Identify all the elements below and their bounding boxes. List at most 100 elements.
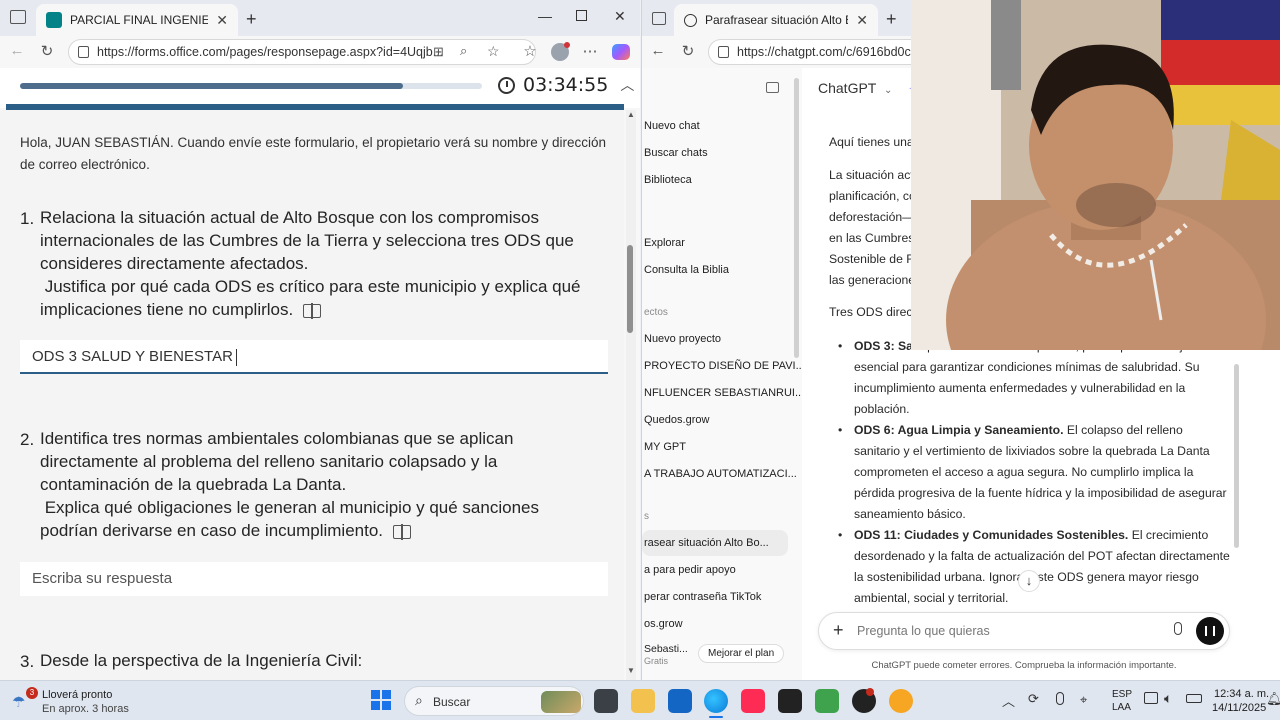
- favorites-icon[interactable]: ☆: [520, 42, 540, 60]
- sidebar-item-new-chat[interactable]: Nuevo chat: [644, 120, 700, 132]
- sidebar-item-explore[interactable]: Explorar: [644, 237, 685, 249]
- microphone-icon[interactable]: [1174, 622, 1182, 635]
- clock-time[interactable]: 12:34 a. m.: [1214, 688, 1269, 700]
- collapse-timer-icon[interactable]: ︿: [620, 75, 634, 95]
- tiktok-icon[interactable]: [741, 689, 765, 713]
- language-bottom[interactable]: LAA: [1112, 702, 1131, 713]
- display-icon[interactable]: [1144, 692, 1158, 704]
- list-item: ODS 11: Ciudades y Comunidades Sostenibl…: [838, 525, 1230, 609]
- zoom-icon[interactable]: ⌕: [460, 43, 467, 59]
- scroll-to-bottom-icon[interactable]: ↓: [1018, 570, 1040, 592]
- composer-input[interactable]: Pregunta lo que quieras: [857, 624, 990, 638]
- maximize-icon[interactable]: [576, 10, 587, 21]
- stopwatch-icon: [498, 76, 515, 94]
- attach-plus-icon[interactable]: +: [833, 620, 844, 641]
- chat-line: La situación act: [829, 168, 914, 182]
- chat-scrollbar[interactable]: [1234, 364, 1239, 548]
- copilot-icon[interactable]: [612, 44, 630, 60]
- new-tab-icon[interactable]: +: [886, 9, 897, 30]
- chevron-up-icon[interactable]: ︿: [1002, 691, 1015, 710]
- sidebar-item-new-project[interactable]: Nuevo proyecto: [644, 333, 721, 345]
- clock-date[interactable]: 14/11/2025: [1212, 702, 1266, 714]
- tab-forms[interactable]: PARCIAL FINAL INGENIERIA AMB ✕: [36, 4, 238, 36]
- voice-mode-button[interactable]: [1196, 617, 1224, 645]
- waveform-icon: [1205, 626, 1215, 636]
- back-icon[interactable]: ←: [7, 42, 27, 59]
- immersive-reader-icon[interactable]: [393, 523, 412, 540]
- minimize-icon[interactable]: —: [538, 8, 552, 24]
- sidebar-section-projects: ectos: [644, 307, 668, 318]
- sidebar-project[interactable]: Quedos.grow: [644, 414, 709, 426]
- question-line: internacionales de las Cumbres de la Tie…: [40, 231, 574, 250]
- sidebar-item-search[interactable]: Buscar chats: [644, 147, 708, 159]
- close-tab-icon[interactable]: ✕: [216, 12, 228, 29]
- battery-icon[interactable]: [1186, 694, 1202, 703]
- sidebar-project[interactable]: MY GPT: [644, 441, 686, 453]
- refresh-icon[interactable]: ↻: [37, 42, 57, 60]
- location-icon[interactable]: ⌖: [1080, 692, 1087, 708]
- start-windows-icon[interactable]: [371, 690, 391, 710]
- form-scrollbar[interactable]: ▲ ▼: [626, 110, 636, 680]
- close-tab-icon[interactable]: ✕: [856, 12, 868, 29]
- app-icon[interactable]: [815, 689, 839, 713]
- edge-browser-icon[interactable]: [704, 689, 728, 713]
- chat-composer[interactable]: + Pregunta lo que quieras: [818, 612, 1230, 650]
- url-field[interactable]: https://chatgpt.com/c/6916bd0c-f: [708, 39, 938, 65]
- app-icon[interactable]: [778, 689, 802, 713]
- app-available-icon[interactable]: ⊞: [433, 44, 444, 60]
- back-icon[interactable]: ←: [648, 42, 668, 59]
- volume-icon[interactable]: 🔈︎: [1164, 690, 1172, 707]
- taskbar-search-box[interactable]: ⌕ Buscar: [404, 686, 584, 716]
- sidebar-item-library[interactable]: Biblioteca: [644, 174, 692, 186]
- sidebar-project[interactable]: A TRABAJO AUTOMATIZACI...: [644, 468, 797, 480]
- upgrade-plan-button[interactable]: Mejorar el plan: [698, 644, 785, 663]
- sidebar-chat[interactable]: perar contraseña TikTok: [644, 591, 761, 603]
- more-menu-icon[interactable]: ⋯: [580, 42, 600, 60]
- notification-bell-icon[interactable]: 🔔︎: [1266, 691, 1280, 707]
- favorite-star-icon[interactable]: ☆: [487, 43, 500, 60]
- sidebar-item-bible[interactable]: Consulta la Biblia: [644, 264, 729, 276]
- user-name[interactable]: Sebasti...: [644, 643, 688, 655]
- progress-bar: [20, 83, 482, 89]
- tab-chatgpt[interactable]: Parafrasear situación Alto Bosque ✕: [674, 4, 878, 36]
- scroll-up-icon[interactable]: ▲: [627, 110, 635, 119]
- language-top[interactable]: ESP: [1112, 689, 1132, 700]
- immersive-reader-icon[interactable]: [303, 302, 322, 319]
- tab-actions-icon[interactable]: [652, 12, 666, 25]
- app-icon[interactable]: [889, 689, 913, 713]
- url-field[interactable]: https://forms.office.com/pages/responsep…: [68, 39, 536, 65]
- microphone-icon[interactable]: [1056, 692, 1064, 705]
- sidebar-project[interactable]: PROYECTO DISEÑO DE PAVI...: [644, 360, 805, 372]
- form-body: Hola, JUAN SEBASTIÁN. Cuando envíe este …: [0, 110, 624, 680]
- sync-icon[interactable]: ⟳: [1028, 691, 1039, 707]
- chat-line: planificación, co: [829, 189, 916, 203]
- sidebar-chat[interactable]: a para pedir apoyo: [644, 564, 736, 576]
- sidebar-chat-active[interactable]: rasear situación Alto Bo...: [644, 537, 769, 549]
- model-selector[interactable]: ChatGPT ⌄ ✦: [818, 80, 919, 97]
- weather-widget[interactable]: ☂ 3 Lloverá pronto En aprox. 3 horas: [12, 687, 152, 717]
- progress-fill: [20, 83, 404, 89]
- site-info-icon[interactable]: [718, 46, 729, 58]
- microsoft-store-icon[interactable]: [668, 689, 692, 713]
- bullet-title: ODS 6: Agua Limpia y Saneamiento.: [854, 423, 1064, 437]
- question-2-answer-field[interactable]: Escriba su respuesta: [20, 562, 608, 596]
- question-2-text: Identifica tres normas ambientales colom…: [40, 427, 615, 542]
- close-window-icon[interactable]: ✕: [614, 8, 626, 25]
- scrollbar-thumb[interactable]: [627, 245, 633, 333]
- task-view-icon[interactable]: [594, 689, 618, 713]
- tab-actions-icon[interactable]: [10, 10, 26, 24]
- new-tab-icon[interactable]: +: [246, 9, 257, 30]
- file-explorer-icon[interactable]: [631, 689, 655, 713]
- weather-title: Lloverá pronto: [42, 689, 113, 701]
- chat-line: deforestación—: [829, 210, 915, 224]
- refresh-icon[interactable]: ↻: [678, 42, 698, 60]
- question-1-answer-field[interactable]: ODS 3 SALUD Y BIENESTAR: [20, 340, 608, 374]
- sidebar-project[interactable]: NFLUENCER SEBASTIANRUI...: [644, 387, 804, 399]
- sidebar-scrollbar[interactable]: [794, 78, 799, 358]
- forms-browser-window: PARCIAL FINAL INGENIERIA AMB ✕ + — ✕ ← ↻…: [0, 0, 640, 680]
- toggle-sidebar-icon[interactable]: [766, 82, 779, 93]
- scroll-down-icon[interactable]: ▼: [627, 666, 635, 675]
- sidebar-chat[interactable]: os.grow: [644, 618, 683, 630]
- site-info-icon[interactable]: [78, 46, 89, 58]
- chat-paragraph: La situación act planificación, co defor…: [829, 165, 916, 291]
